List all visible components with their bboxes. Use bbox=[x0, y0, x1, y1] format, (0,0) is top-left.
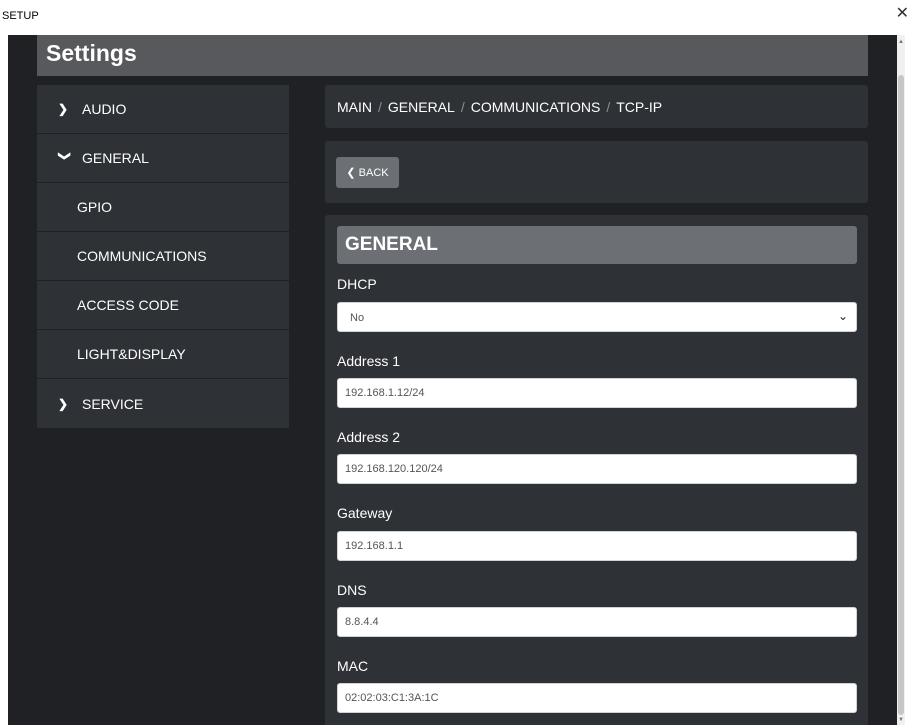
tcp-ip-form: GENERAL DHCP No ⌄ Address 1 Address 2 Ga… bbox=[325, 215, 868, 725]
sidebar-item-label: COMMUNICATIONS bbox=[77, 248, 207, 264]
breadcrumb-card: MAIN / GENERAL / COMMUNICATIONS / TCP-IP bbox=[325, 85, 868, 128]
scroll-down-icon[interactable]: ▼ bbox=[897, 717, 905, 723]
breadcrumb-item-main[interactable]: MAIN bbox=[337, 99, 372, 115]
chevron-right-icon: ❯ bbox=[58, 102, 69, 116]
scroll-up-icon[interactable]: ▲ bbox=[897, 39, 905, 45]
dhcp-selected-value: No bbox=[350, 312, 365, 324]
breadcrumb-item-tcp-ip: TCP-IP bbox=[616, 99, 663, 115]
breadcrumb-separator: / bbox=[460, 99, 465, 115]
gateway-input[interactable] bbox=[337, 531, 857, 561]
breadcrumb-separator: / bbox=[606, 99, 611, 115]
breadcrumb: MAIN / GENERAL / COMMUNICATIONS / TCP-IP bbox=[337, 99, 662, 115]
sidebar-item-label: AUDIO bbox=[82, 101, 127, 117]
sidebar-item-label: GPIO bbox=[77, 199, 113, 215]
mac-input[interactable] bbox=[337, 683, 857, 713]
sidebar-item-access-code[interactable]: ACCESS CODE bbox=[37, 281, 289, 330]
address1-input[interactable] bbox=[337, 378, 857, 408]
chevron-right-icon: ❯ bbox=[58, 396, 69, 411]
gateway-label: Gateway bbox=[337, 505, 393, 521]
dhcp-select[interactable]: No ⌄ bbox=[337, 302, 857, 332]
window-titlebar: SETUP ✕ bbox=[0, 0, 911, 35]
close-icon[interactable]: ✕ bbox=[896, 6, 909, 22]
sidebar-item-communications[interactable]: COMMUNICATIONS bbox=[37, 232, 289, 281]
breadcrumb-separator: / bbox=[378, 99, 382, 115]
scroll-thumb[interactable] bbox=[898, 75, 904, 715]
sidebar-item-general[interactable]: ❯ GENERAL bbox=[37, 134, 289, 183]
dhcp-label: DHCP bbox=[337, 276, 377, 292]
window-title: SETUP bbox=[2, 10, 39, 22]
section-header: GENERAL bbox=[337, 226, 857, 264]
sidebar-item-service[interactable]: ❯ SERVICE bbox=[37, 379, 289, 428]
breadcrumb-item-communications[interactable]: COMMUNICATIONS bbox=[471, 99, 601, 115]
sidebar: ❯ AUDIO ❯ GENERAL GPIO COMMUNICATIONS AC… bbox=[37, 85, 289, 428]
page-header: Settings bbox=[37, 35, 868, 76]
mac-label: MAC bbox=[337, 658, 369, 674]
sidebar-item-label: ACCESS CODE bbox=[77, 297, 179, 313]
settings-app: Settings ❯ AUDIO ❯ GENERAL GPIO COMMUNIC… bbox=[8, 35, 905, 725]
sidebar-item-label: GENERAL bbox=[82, 150, 149, 166]
vertical-scrollbar[interactable]: ▲ ▼ bbox=[897, 35, 905, 725]
back-card: ❮ BACK bbox=[325, 141, 868, 203]
address2-label: Address 2 bbox=[337, 429, 401, 445]
section-title: GENERAL bbox=[345, 234, 438, 255]
chevron-down-icon: ⌄ bbox=[837, 309, 848, 323]
dns-input[interactable] bbox=[337, 607, 857, 637]
sidebar-item-light-display[interactable]: LIGHT&DISPLAY bbox=[37, 330, 289, 379]
sidebar-item-label: SERVICE bbox=[82, 395, 144, 412]
address1-label: Address 1 bbox=[337, 353, 401, 369]
breadcrumb-item-general[interactable]: GENERAL bbox=[388, 99, 455, 115]
sidebar-item-audio[interactable]: ❯ AUDIO bbox=[37, 85, 289, 134]
address2-input[interactable] bbox=[337, 454, 857, 484]
chevron-down-icon: ❯ bbox=[58, 151, 72, 162]
sidebar-item-label: LIGHT&DISPLAY bbox=[77, 346, 186, 362]
back-button[interactable]: ❮ BACK bbox=[336, 157, 399, 188]
sidebar-item-gpio[interactable]: GPIO bbox=[37, 183, 289, 232]
dns-label: DNS bbox=[337, 582, 367, 598]
page-title: Settings bbox=[46, 40, 137, 66]
